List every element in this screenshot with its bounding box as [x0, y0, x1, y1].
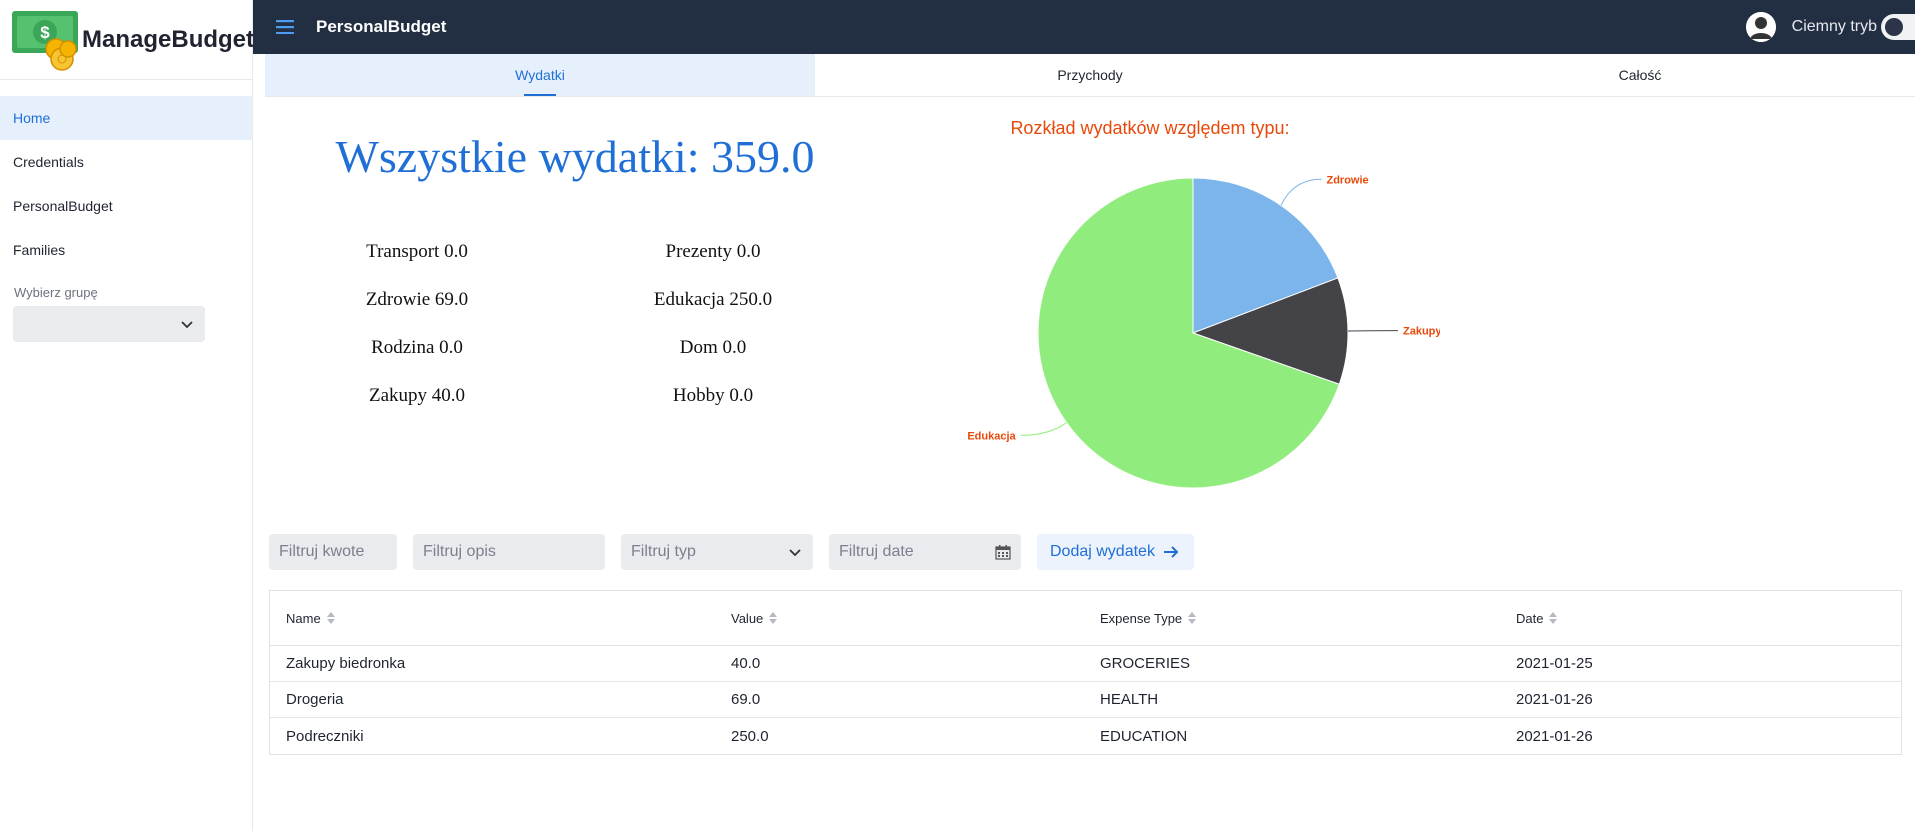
table-row[interactable]: Zakupy biedronka 40.0 GROCERIES 2021-01-…: [270, 646, 1901, 682]
tab-active-indicator: [524, 94, 556, 96]
brand-name: ManageBudget: [82, 25, 255, 53]
cell-name: Zakupy biedronka: [286, 655, 406, 672]
sidebar: $ ManageBudget Home Credentials Personal…: [0, 0, 255, 831]
total-expenses: Wszystkie wydatki: 359.0: [335, 131, 815, 182]
sidebar-nav: Home Credentials PersonalBudget Families: [0, 96, 252, 272]
category-zdrowie: Zdrowie 69.0: [365, 289, 469, 310]
pie-connector-line: [1020, 422, 1067, 436]
sidebar-item-home[interactable]: Home: [0, 96, 252, 140]
table-row[interactable]: Podreczniki 250.0 EDUCATION 2021-01-26: [270, 718, 1901, 754]
cell-value: 69.0: [731, 691, 761, 708]
column-header-label: Value: [731, 610, 764, 626]
cell-value: 250.0: [731, 727, 769, 745]
category-rodzina: Rodzina 0.0: [371, 337, 463, 358]
filter-description-placeholder: Filtruj opis: [423, 543, 496, 560]
cell-date: 2021-01-26: [1516, 727, 1593, 745]
column-header-name[interactable]: Name: [286, 611, 335, 626]
pie-connector-line: [1280, 178, 1322, 206]
category-transport: Transport 0.0: [366, 241, 468, 262]
group-select[interactable]: [13, 306, 205, 342]
calendar-icon[interactable]: [995, 544, 1011, 560]
sort-icon: [1188, 612, 1197, 624]
add-expense-button[interactable]: Dodaj wydatek: [1037, 534, 1194, 570]
avatar[interactable]: [1745, 12, 1776, 42]
filter-type-select[interactable]: Filtruj typ: [621, 534, 813, 570]
cell-date: 2021-01-26: [1516, 691, 1593, 708]
cell-expense-type: HEALTH: [1100, 691, 1159, 708]
tab-label: Całość: [1618, 67, 1662, 83]
expenses-table: Name Value Expense Type Date Zakupy bied…: [269, 590, 1902, 755]
filter-date-placeholder: Filtruj date: [839, 543, 914, 560]
chevron-down-icon: [789, 549, 801, 557]
add-expense-label: Dodaj wydatek: [1050, 543, 1155, 560]
column-header-date[interactable]: Date: [1516, 610, 1558, 626]
top-header: PersonalBudget Ciemny tryb: [253, 0, 1915, 54]
tab-label: Wydatki: [515, 67, 565, 83]
cell-name: Podreczniki: [286, 727, 364, 745]
arrow-right-icon: [1163, 546, 1179, 558]
category-dom: Dom 0.0: [679, 337, 747, 358]
tab-wydatki[interactable]: Wydatki: [265, 54, 815, 96]
dark-mode-toggle[interactable]: [1881, 14, 1915, 40]
tab-calosc[interactable]: Całość: [1365, 54, 1915, 96]
pie-label-zdrowie: Zdrowie: [1326, 174, 1368, 186]
filter-amount-placeholder: Filtruj kwote: [279, 543, 365, 560]
filter-description-input[interactable]: Filtruj opis: [413, 534, 605, 570]
cell-value: 40.0: [731, 655, 761, 672]
sidebar-item-credentials[interactable]: Credentials: [0, 140, 252, 184]
column-header-label: Date: [1516, 610, 1544, 626]
category-zakupy: Zakupy 40.0: [368, 385, 466, 406]
cell-expense-type: GROCERIES: [1100, 655, 1191, 672]
sort-icon: [326, 612, 335, 624]
svg-text:$: $: [40, 23, 50, 42]
dark-mode-label: Ciemny tryb: [1791, 18, 1877, 35]
expense-pie-chart: Zdrowie Zakupy Edukacja: [967, 174, 1440, 489]
toggle-knob: [1885, 18, 1903, 36]
column-header-expense-type[interactable]: Expense Type: [1100, 610, 1197, 626]
filter-date-input[interactable]: Filtruj date: [829, 534, 1021, 570]
column-header-value[interactable]: Value: [731, 610, 778, 626]
category-edukacja: Edukacja 250.0: [653, 289, 773, 310]
column-header-label: Expense Type: [1100, 610, 1183, 626]
brand[interactable]: $ ManageBudget: [0, 0, 255, 80]
sidebar-item-personalbudget[interactable]: PersonalBudget: [0, 184, 252, 228]
cell-expense-type: EDUCATION: [1100, 727, 1188, 745]
column-header-label: Name: [286, 610, 321, 626]
tab-przychody[interactable]: Przychody: [815, 54, 1365, 96]
category-hobby: Hobby 0.0: [672, 385, 754, 406]
pie-label-edukacja: Edukacja: [967, 430, 1016, 442]
pie-label-zakupy: Zakupy: [1403, 326, 1440, 338]
cell-name: Drogeria: [286, 691, 344, 708]
chart-title: Rozkład wydatków względem typu:: [1010, 118, 1290, 138]
user-icon: [1745, 12, 1776, 42]
sort-icon: [769, 612, 778, 624]
money-bill-coins-icon: $: [12, 7, 80, 73]
table-row[interactable]: Drogeria 69.0 HEALTH 2021-01-26: [270, 682, 1901, 718]
table-header: Name Value Expense Type Date: [270, 591, 1901, 646]
category-prezenty: Prezenty 0.0: [665, 241, 761, 262]
cell-date: 2021-01-25: [1516, 655, 1593, 672]
sort-icon: [1549, 612, 1558, 624]
chevron-down-icon: [181, 321, 193, 329]
sidebar-item-families[interactable]: Families: [0, 228, 252, 272]
hamburger-menu-icon[interactable]: [276, 20, 294, 34]
header-title: PersonalBudget: [316, 17, 447, 36]
filter-type-placeholder: Filtruj typ: [631, 543, 696, 560]
tab-label: Przychody: [1057, 67, 1123, 83]
tabs: Wydatki Przychody Całość: [265, 54, 1915, 97]
filter-amount-input[interactable]: Filtruj kwote: [269, 534, 397, 570]
group-select-label: Wybierz grupę: [14, 285, 98, 300]
